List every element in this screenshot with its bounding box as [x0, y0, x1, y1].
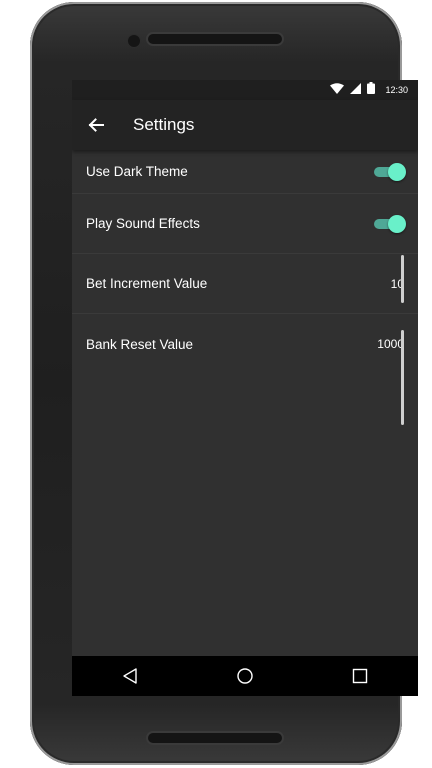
wifi-icon	[330, 81, 345, 99]
setting-sound-effects[interactable]: Play Sound Effects	[72, 194, 418, 254]
switch-thumb	[388, 162, 406, 181]
page-title: Settings	[133, 115, 195, 134]
battery-icon	[367, 81, 376, 99]
home-circle-icon	[237, 668, 253, 684]
status-time: 12:30	[385, 85, 408, 95]
arrow-back-icon	[88, 118, 104, 132]
app-bar: Settings	[72, 100, 418, 150]
top-speaker	[148, 34, 282, 44]
sound-effects-switch[interactable]	[372, 214, 406, 234]
setting-label: Bet Increment Value	[86, 276, 208, 291]
back-button[interactable]	[86, 115, 106, 135]
nav-bar	[72, 656, 418, 696]
front-camera	[128, 35, 140, 47]
phone-frame: 12:30 Settings Use Dark Theme Play Sound…	[30, 2, 418, 765]
setting-label: Use Dark Theme	[86, 164, 188, 179]
setting-bet-increment[interactable]: Bet Increment Value 10	[72, 254, 418, 314]
power-button	[401, 255, 404, 303]
settings-list: Use Dark Theme Play Sound Effects Bet In…	[72, 150, 418, 374]
nav-recents-button[interactable]	[340, 656, 380, 696]
dark-theme-switch[interactable]	[372, 162, 406, 182]
setting-label: Play Sound Effects	[86, 216, 200, 231]
setting-value: 1000	[377, 337, 404, 351]
bottom-speaker	[148, 733, 282, 743]
nav-back-button[interactable]	[110, 656, 150, 696]
setting-dark-theme[interactable]: Use Dark Theme	[72, 150, 418, 194]
screen: 12:30 Settings Use Dark Theme Play Sound…	[72, 80, 418, 696]
signal-icon	[350, 81, 362, 99]
volume-rocker	[401, 330, 404, 425]
back-triangle-icon	[122, 668, 137, 684]
switch-thumb	[388, 214, 406, 233]
setting-label: Bank Reset Value	[86, 336, 194, 352]
nav-home-button[interactable]	[225, 656, 265, 696]
status-bar: 12:30	[72, 80, 418, 100]
recents-square-icon	[353, 668, 368, 684]
setting-bank-reset[interactable]: Bank Reset Value 1000	[72, 314, 418, 374]
